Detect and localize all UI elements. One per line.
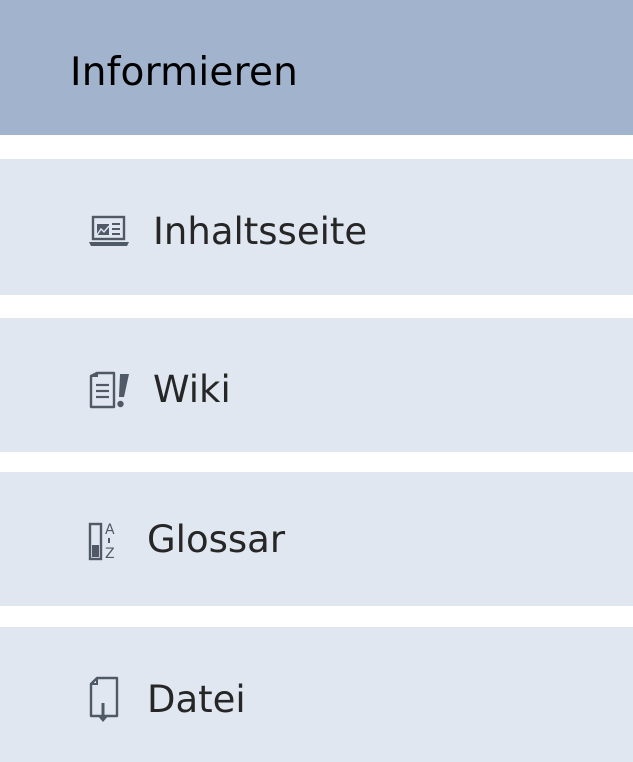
content-page-icon [89, 215, 129, 246]
section-header: Informieren [0, 0, 633, 135]
menu-item-label: Glossar [147, 518, 286, 561]
menu-item-label: Wiki [153, 368, 231, 411]
menu-item-label: Inhaltsseite [153, 210, 368, 253]
file-icon [89, 676, 119, 722]
wiki-icon [89, 371, 129, 409]
menu-item-glossary[interactable]: A Z Glossar [0, 472, 633, 606]
menu-item-content-page[interactable]: Inhaltsseite [0, 159, 633, 295]
glossary-icon: A Z [88, 522, 115, 562]
menu-item-file[interactable]: Datei [0, 627, 633, 762]
menu-item-wiki[interactable]: Wiki [0, 318, 633, 452]
svg-text:Z: Z [105, 546, 115, 562]
section-title: Informieren [70, 50, 299, 95]
svg-text:A: A [105, 522, 115, 538]
informieren-panel: Informieren Inhaltsseite Wiki A Z Glossa… [0, 0, 633, 762]
menu-item-label: Datei [147, 678, 246, 721]
